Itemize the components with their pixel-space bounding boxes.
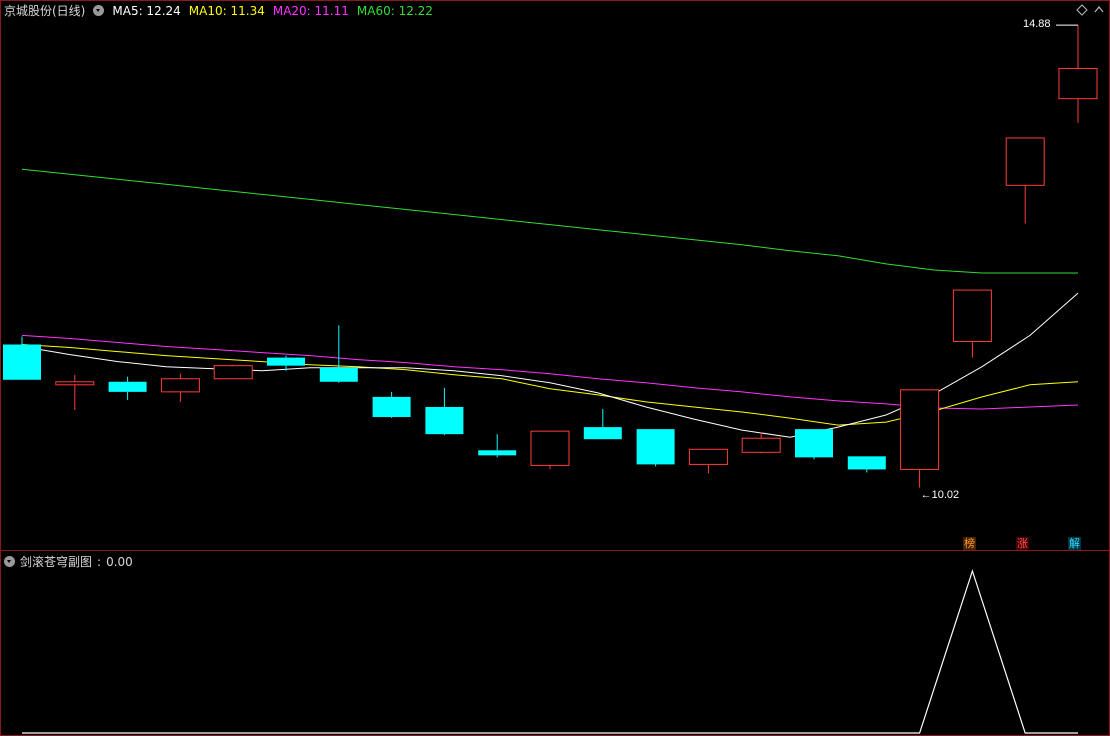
candle-up[interactable] [688,448,728,474]
low-price-marker: ←10.02 [921,489,960,501]
rank-badge[interactable]: 榜 [963,537,976,550]
candle-down[interactable] [3,336,41,380]
stock-chart-window: 京城股份(日线) MA5: 12.24 MA10: 11.34 MA20: 11… [0,0,1110,736]
candle-up[interactable] [530,430,570,470]
arrow-left-icon: ← [920,488,932,501]
candle-up[interactable] [160,373,200,402]
candle-body [55,381,95,386]
candle-body [847,456,886,470]
candle-down[interactable] [319,325,358,383]
candle-up[interactable] [213,364,253,380]
candle-up[interactable] [55,374,95,410]
candle-body [530,430,570,466]
candle-up[interactable] [1058,25,1098,123]
ma60-line [21,168,1078,274]
candle-down[interactable] [847,456,886,473]
candle-body [319,367,358,382]
candle-body [636,429,675,465]
candle-down[interactable] [108,376,147,400]
candle-body [478,450,517,456]
candle-down[interactable] [372,391,411,419]
candle-body [3,344,41,380]
high-price-label: 14.88 [1023,18,1051,31]
sub-indicator-plot [22,569,1078,734]
candle-body [372,396,411,418]
candle-body [741,437,781,453]
candle-up[interactable] [1005,137,1045,224]
sub-indicator-line [22,569,1078,734]
candle-body [1058,67,1098,100]
candlestick-plot [3,24,1098,488]
candle-body [900,389,940,470]
candle-down[interactable] [425,387,464,436]
candle-body [160,378,200,393]
candle-body [108,381,147,392]
low-price-label: 10.02 [931,488,960,501]
limit-up-badge[interactable]: 涨 [1016,537,1029,550]
candle-up[interactable] [952,289,992,358]
candle-down[interactable] [636,429,675,467]
candle-body [1005,137,1045,186]
candle-body [267,357,305,366]
candle-body [583,427,622,440]
candle-down[interactable] [478,434,517,458]
candle-body [795,429,833,458]
explain-badge[interactable]: 解 [1068,537,1081,550]
candle-down[interactable] [795,429,833,460]
candle-body [213,365,253,380]
candle-body [425,406,464,435]
candle-down[interactable] [583,408,622,440]
candle-body [952,289,992,342]
candle-body [688,448,728,465]
candle-up[interactable] [900,389,940,488]
